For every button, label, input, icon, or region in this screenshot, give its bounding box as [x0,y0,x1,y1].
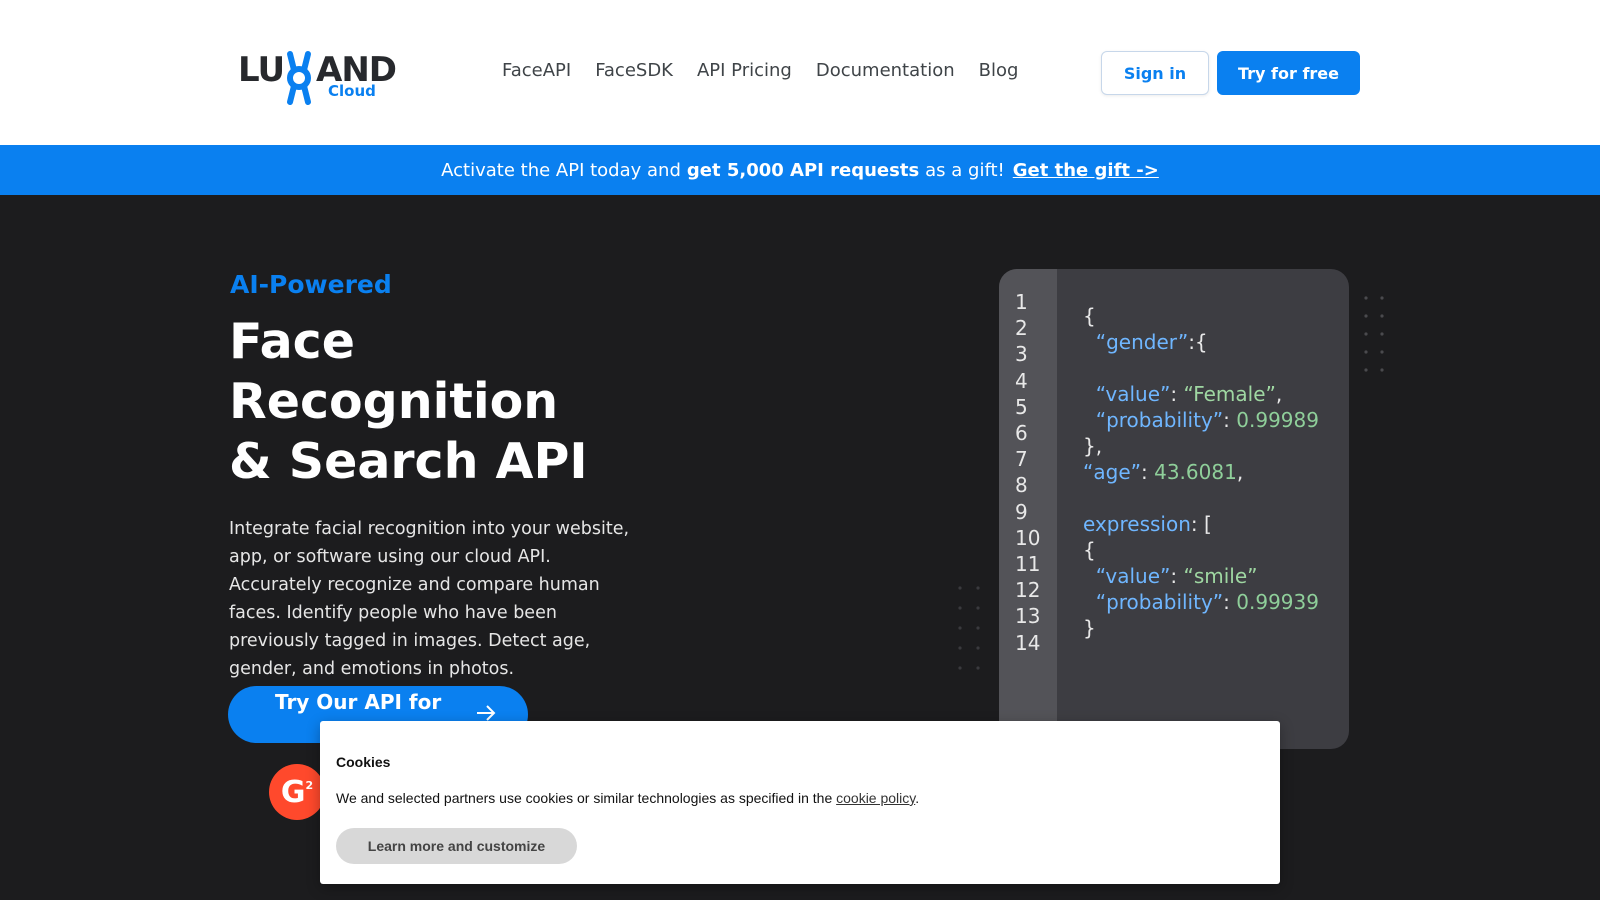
promo-highlight: get 5,000 API requests [686,159,920,181]
line-number: 7 [1015,447,1028,472]
promo-suffix: as a gift! [925,159,1005,181]
line-number: 11 [1015,552,1041,577]
nav-facesdk[interactable]: FaceSDK [595,60,673,81]
g2-sup: 2 [305,778,314,792]
line-number: 5 [1015,394,1028,419]
line-number: 9 [1015,499,1028,524]
g2-badge[interactable]: G2 [269,764,325,820]
dot-grid-decoration [1364,296,1384,372]
hero-title-line-3: & Search API [229,433,588,490]
site-header: LU AND Cloud FaceAPI FaceSDK API Pricing… [0,0,1600,145]
nav-api-pricing[interactable]: API Pricing [697,60,792,81]
hero-title: Face Recognition & Search API [229,312,588,492]
cookie-text-prefix: We and selected partners use cookies or … [336,790,833,806]
try-for-free-button[interactable]: Try for free [1217,51,1360,95]
hero-eyebrow: AI-Powered [230,270,392,299]
hero-description: Integrate facial recognition into your w… [229,519,630,679]
logo-wordmark: LU AND [238,50,397,105]
line-number: 10 [1015,525,1041,550]
hero-title-line-1: Face [229,313,355,370]
cookie-dialog: Cookies We and selected partners use coo… [320,721,1280,884]
arrow-right-icon [477,705,496,721]
logo-text-left: LU [238,50,285,90]
dot-grid-decoration [958,586,980,670]
try-api-label: Try Our API for [275,690,442,714]
get-gift-link[interactable]: Get the gift -> [1013,160,1159,181]
learn-more-customize-button[interactable]: Learn more and customize [336,828,577,864]
logo-subtitle: Cloud [328,82,376,100]
line-numbers: 1 2 3 4 5 6 7 8 9 10 11 12 13 14 [1015,289,1040,656]
luxand-logo[interactable]: LU AND Cloud [238,44,404,105]
hero-title-line-2: Recognition [229,373,559,430]
cookie-text-suffix: . [915,790,920,806]
line-number: 13 [1015,604,1041,629]
nav-faceapi[interactable]: FaceAPI [502,60,571,81]
code-sample-image: { “gender”:{ “value”: “Female”, “probabi… [1083,304,1319,640]
promo-prefix: Activate the API today and [441,159,681,181]
line-number: 6 [1015,421,1028,446]
sign-in-button[interactable]: Sign in [1101,51,1209,95]
line-number: 12 [1015,578,1041,603]
nav-blog[interactable]: Blog [979,60,1019,81]
line-number: 8 [1015,473,1028,498]
line-number: 3 [1015,342,1028,367]
line-number: 2 [1015,316,1028,341]
line-number: 4 [1015,368,1028,393]
g2-letter: G [280,774,306,810]
cookie-policy-link[interactable]: cookie policy [836,790,915,806]
line-number: 1 [1015,290,1028,314]
cookie-text: We and selected partners use cookies or … [336,790,919,806]
main-nav: FaceAPI FaceSDK API Pricing Documentatio… [502,60,1018,81]
nav-documentation[interactable]: Documentation [816,60,955,81]
logo-x-icon [287,51,311,105]
promo-banner: Activate the API today and get 5,000 API… [0,145,1600,195]
line-number: 14 [1015,630,1041,655]
cookie-title: Cookies [336,754,391,770]
code-sample-card: 1 2 3 4 5 6 7 8 9 10 11 12 13 14 { “gend… [999,269,1349,749]
